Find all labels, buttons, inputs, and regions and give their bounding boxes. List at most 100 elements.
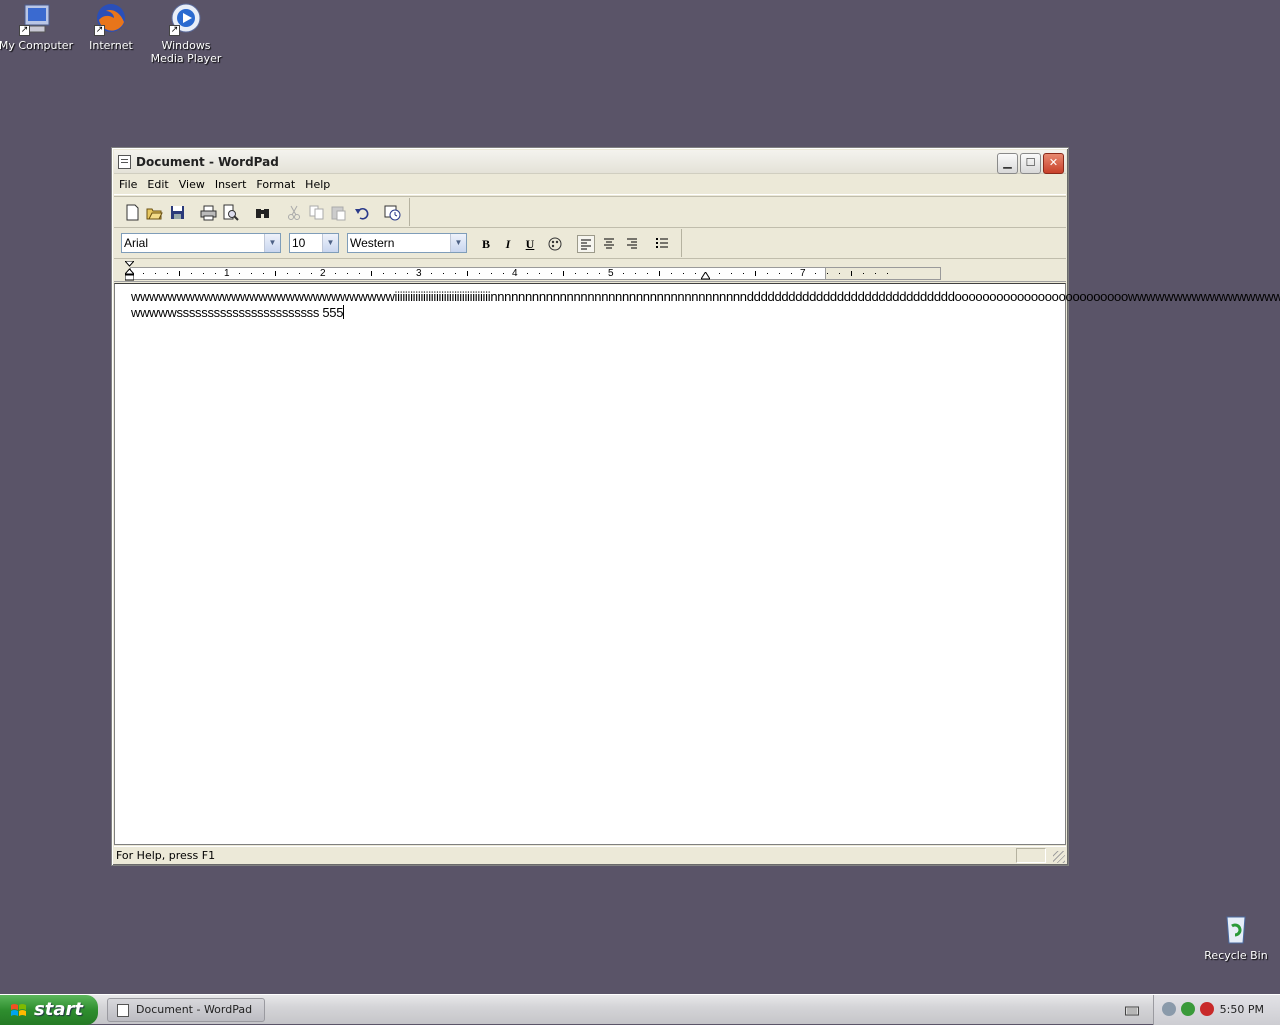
ruler-mark (203, 273, 204, 274)
title-bar[interactable]: Document - WordPad ▁ ☐ ✕ (114, 150, 1066, 174)
start-button[interactable]: start (0, 995, 98, 1025)
bold-button[interactable]: B (477, 235, 495, 253)
desktop-icon-media-player[interactable]: ↗ Windows Media Player (148, 2, 224, 65)
network-icon[interactable] (1162, 1002, 1176, 1016)
ruler-mark (335, 273, 336, 274)
new-icon[interactable] (124, 204, 141, 221)
document-line: wwwwwwwwwwwwwwwwwwwwwwwwwwwwwiiiiiiiiiii… (131, 289, 1280, 304)
minimize-button[interactable]: ▁ (997, 153, 1018, 174)
ruler-mark (839, 273, 840, 274)
taskbar: start Document - WordPad 5:50 PM (0, 994, 1280, 1025)
font-size-value: 10 (292, 236, 306, 250)
ruler-mark (575, 273, 576, 274)
close-button[interactable]: ✕ (1043, 153, 1064, 174)
insert-datetime-icon[interactable] (384, 204, 401, 221)
align-center-button[interactable] (600, 235, 618, 253)
desktop-icon-recycle-bin[interactable]: Recycle Bin (1198, 912, 1274, 962)
text-caret (343, 305, 345, 319)
security-shield-icon[interactable] (1200, 1002, 1214, 1016)
script-value: Western (350, 236, 395, 250)
ruler-mark (371, 271, 372, 276)
update-icon[interactable] (1181, 1002, 1195, 1016)
ruler-mark (587, 273, 588, 274)
document-area[interactable]: wwwwwwwwwwwwwwwwwwwwwwwwwwwwwiiiiiiiiiii… (114, 283, 1280, 845)
undo-icon[interactable] (354, 204, 371, 221)
chevron-down-icon[interactable]: ▼ (264, 234, 280, 252)
color-icon[interactable] (546, 235, 564, 253)
ruler-mark (791, 273, 792, 274)
windows-logo-icon (11, 1004, 26, 1016)
ruler-mark (815, 273, 816, 274)
menu-format[interactable]: Format (251, 175, 300, 191)
ruler-mark (251, 273, 252, 274)
chevron-down-icon[interactable]: ▼ (322, 234, 338, 252)
desktop-icon-label: Internet (89, 39, 133, 52)
menu-help[interactable]: Help (300, 175, 335, 191)
align-left-button[interactable] (577, 235, 595, 253)
ruler-mark (851, 271, 852, 276)
print-icon[interactable] (200, 204, 217, 221)
ruler-mark (191, 273, 192, 274)
font-select[interactable]: Arial ▼ (121, 233, 281, 253)
taskbar-button-wordpad[interactable]: Document - WordPad (107, 998, 265, 1022)
ruler-track: 1 2 3 4 5 7 (130, 267, 941, 280)
ruler[interactable]: 1 2 3 4 5 7 (114, 258, 1066, 282)
cut-icon[interactable] (286, 204, 303, 221)
ruler-mark (887, 273, 888, 274)
status-text: For Help, press F1 (116, 849, 216, 862)
ruler-mark (503, 273, 504, 274)
ruler-mark (491, 273, 492, 274)
print-preview-icon[interactable] (222, 204, 239, 221)
menu-view[interactable]: View (174, 175, 210, 191)
status-panel (1016, 848, 1046, 863)
open-icon[interactable] (146, 204, 163, 221)
menu-insert[interactable]: Insert (210, 175, 252, 191)
ruler-mark (719, 273, 720, 274)
script-select[interactable]: Western ▼ (347, 233, 467, 253)
ruler-mark (779, 273, 780, 274)
maximize-button[interactable]: ☐ (1020, 153, 1041, 174)
wordpad-window: Document - WordPad ▁ ☐ ✕ File Edit View Ins… (111, 147, 1280, 866)
ruler-mark (563, 271, 564, 276)
desktop-icon-internet[interactable]: ↗ Internet (73, 2, 149, 52)
clock: 5:50 PM (1219, 1003, 1264, 1016)
resize-grip[interactable] (1053, 851, 1065, 863)
ruler-mark (407, 273, 408, 274)
format-bar: Arial ▼ 10 ▼ Western ▼ B I U (114, 227, 1066, 257)
ruler-mark (671, 273, 672, 274)
system-tray: 5:50 PM (1153, 995, 1280, 1025)
chevron-down-icon[interactable]: ▼ (450, 234, 466, 252)
menu-file[interactable]: File (114, 175, 142, 191)
indent-marker[interactable] (123, 260, 136, 281)
desktop-icon-label: Windows Media Player (150, 39, 222, 65)
firefox-icon: ↗ (94, 2, 128, 36)
desktop-icon-my-computer[interactable]: ↗ My Computer (0, 2, 74, 52)
recycle-bin-icon (1219, 912, 1253, 946)
align-right-button[interactable] (623, 235, 641, 253)
font-size-select[interactable]: 10 ▼ (289, 233, 339, 253)
copy-icon[interactable] (308, 204, 325, 221)
find-icon[interactable] (254, 204, 271, 221)
right-indent-marker[interactable] (700, 270, 711, 280)
ruler-mark (263, 273, 264, 274)
taskbar-button-label: Document - WordPad (136, 1003, 253, 1016)
menu-bar: File Edit View Insert Format Help (114, 175, 1066, 195)
italic-button[interactable]: I (499, 235, 517, 253)
paste-icon[interactable] (330, 204, 347, 221)
ruler-mark (695, 273, 696, 274)
ruler-mark (659, 271, 660, 276)
ruler-mark (239, 273, 240, 274)
ruler-number: 2 (320, 268, 326, 279)
underline-button[interactable]: U (521, 235, 539, 253)
ruler-number: 7 (800, 268, 806, 279)
ruler-mark (167, 273, 168, 274)
save-icon[interactable] (169, 204, 186, 221)
ruler-mark (299, 273, 300, 274)
ruler-mark (875, 273, 876, 274)
desktop-icon-label: Recycle Bin (1204, 949, 1268, 962)
bullets-button[interactable] (653, 235, 671, 253)
ruler-mark (431, 273, 432, 274)
menu-edit[interactable]: Edit (142, 175, 173, 191)
keyboard-icon[interactable] (1125, 1004, 1139, 1016)
ruler-mark (287, 273, 288, 274)
